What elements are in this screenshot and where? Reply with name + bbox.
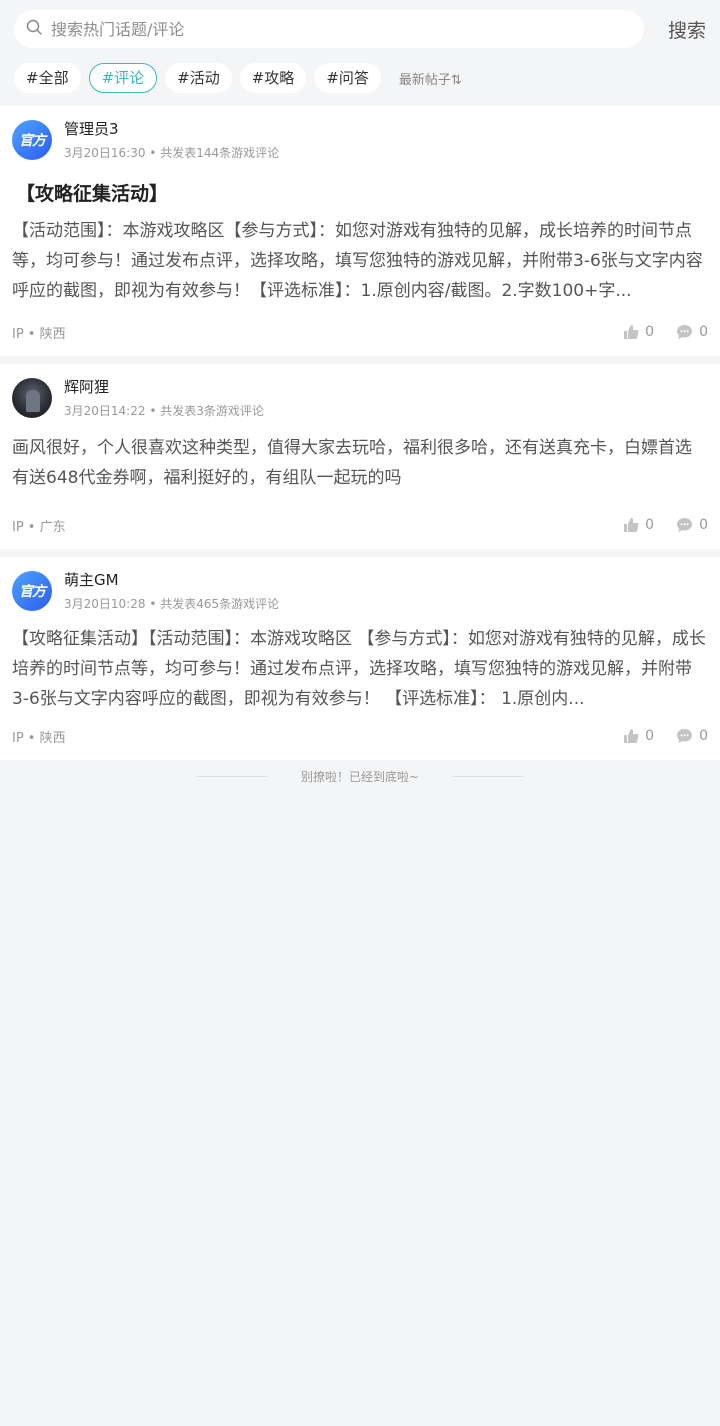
comment-button[interactable]: 0 [676,517,708,533]
avatar-figure [26,390,40,412]
sort-toggle[interactable]: 最新帖子⇅ [399,69,462,88]
user-avatar[interactable] [12,378,52,418]
tag-review[interactable]: #评论 [88,63,158,93]
tag-guide[interactable]: #攻略 [239,63,307,93]
end-of-list: 别撩啦！已经到底啦~ [0,768,720,785]
post-footer: IP • 广东 0 0 [12,513,708,537]
comment-button[interactable]: 0 [676,728,708,744]
post-content[interactable]: 【攻略征集活动】【活动范围】：本游戏攻略区 【参与方式】：如您对游戏有独特的见解… [12,624,708,714]
post-header: 官方 萌主GM 3月20日10:28 • 共发表465条游戏评论 [12,571,708,612]
official-avatar[interactable]: 官方 [12,571,52,611]
post-meta: 辉阿狸 3月20日14:22 • 共发表3条游戏评论 [64,378,264,419]
like-button[interactable]: 0 [623,324,654,340]
post-card[interactable]: 官方 萌主GM 3月20日10:28 • 共发表465条游戏评论 【攻略征集活动… [0,557,720,760]
post-stats: 0 0 [601,728,708,744]
official-badge-text: 官方 [19,133,46,149]
post-subline: 3月20日16:30 • 共发表144条游戏评论 [64,144,279,161]
comment-count: 0 [699,728,708,744]
search-box[interactable] [14,10,644,48]
thumbs-up-icon [624,325,639,339]
review-count: 共发表3条游戏评论 [160,404,264,418]
like-count: 0 [645,517,655,533]
post-time: 3月20日10:28 [64,597,146,611]
post-subline: 3月20日14:22 • 共发表3条游戏评论 [64,402,264,419]
post-footer: IP • 陕西 0 0 [12,320,708,344]
comment-button[interactable]: 0 [676,324,708,340]
post-stats: 0 0 [601,517,708,533]
post-time: 3月20日14:22 [64,404,146,418]
divider-left [196,776,267,777]
author-name[interactable]: 辉阿狸 [64,376,264,398]
post-meta: 萌主GM 3月20日10:28 • 共发表465条游戏评论 [64,571,279,612]
top-bar: 搜索 #全部 #评论 #活动 #攻略 #问答 最新帖子⇅ [0,0,720,106]
post-footer: IP • 陕西 0 0 [12,724,708,748]
thumbs-up-icon [624,518,639,532]
search-row: 搜索 [14,10,706,48]
post-subline: 3月20日10:28 • 共发表465条游戏评论 [64,595,279,612]
like-button[interactable]: 0 [623,728,654,744]
search-icon [26,19,43,40]
review-count: 共发表465条游戏评论 [160,597,280,611]
divider-right [453,776,524,777]
like-button[interactable]: 0 [623,517,654,533]
thumbs-up-icon [624,729,639,743]
post-meta: 管理员3 3月20日16:30 • 共发表144条游戏评论 [64,120,279,161]
post-header: 辉阿狸 3月20日14:22 • 共发表3条游戏评论 [12,378,708,419]
comment-count: 0 [699,517,708,533]
dot-separator: • [149,404,161,418]
end-text: 别撩啦！已经到底啦~ [300,770,420,784]
comment-bubble-icon [677,518,693,532]
review-count: 共发表144条游戏评论 [160,146,280,160]
author-name[interactable]: 萌主GM [64,569,279,591]
tag-event[interactable]: #活动 [165,63,232,93]
post-stats: 0 0 [601,324,708,340]
post-content[interactable]: 【活动范围】：本游戏攻略区【参与方式】：如您对游戏有独特的见解，成长培养的时间节… [12,216,708,306]
dot-separator: • [149,146,161,160]
author-name[interactable]: 管理员3 [64,118,279,140]
ip-location: IP • 广东 [12,519,66,535]
tag-qa[interactable]: #问答 [314,63,381,93]
post-time: 3月20日16:30 [64,146,146,160]
search-button[interactable]: 搜索 [644,16,706,43]
post-card[interactable]: 官方 管理员3 3月20日16:30 • 共发表144条游戏评论 【攻略征集活动… [0,106,720,356]
tag-all[interactable]: #全部 [14,63,81,93]
post-header: 官方 管理员3 3月20日16:30 • 共发表144条游戏评论 [12,120,708,161]
comment-count: 0 [699,324,708,340]
official-avatar[interactable]: 官方 [12,120,52,160]
post-card[interactable]: 辉阿狸 3月20日14:22 • 共发表3条游戏评论 画风很好，个人很喜欢这种类… [0,364,720,549]
official-badge-text: 官方 [19,584,46,600]
comment-bubble-icon [677,729,693,743]
like-count: 0 [645,728,655,744]
topic-tags: #全部 #评论 #活动 #攻略 #问答 最新帖子⇅ [14,48,706,106]
post-content[interactable]: 画风很好，个人很喜欢这种类型，值得大家去玩哈，福利很多哈，还有送真充卡，白嫖首选… [12,433,708,493]
search-input[interactable] [49,18,632,40]
ip-location: IP • 陕西 [12,326,66,342]
post-title: 【攻略征集活动】 [16,183,169,205]
like-count: 0 [645,324,655,340]
comment-bubble-icon [677,325,693,339]
dot-separator: • [149,597,161,611]
ip-location: IP • 陕西 [12,730,66,746]
